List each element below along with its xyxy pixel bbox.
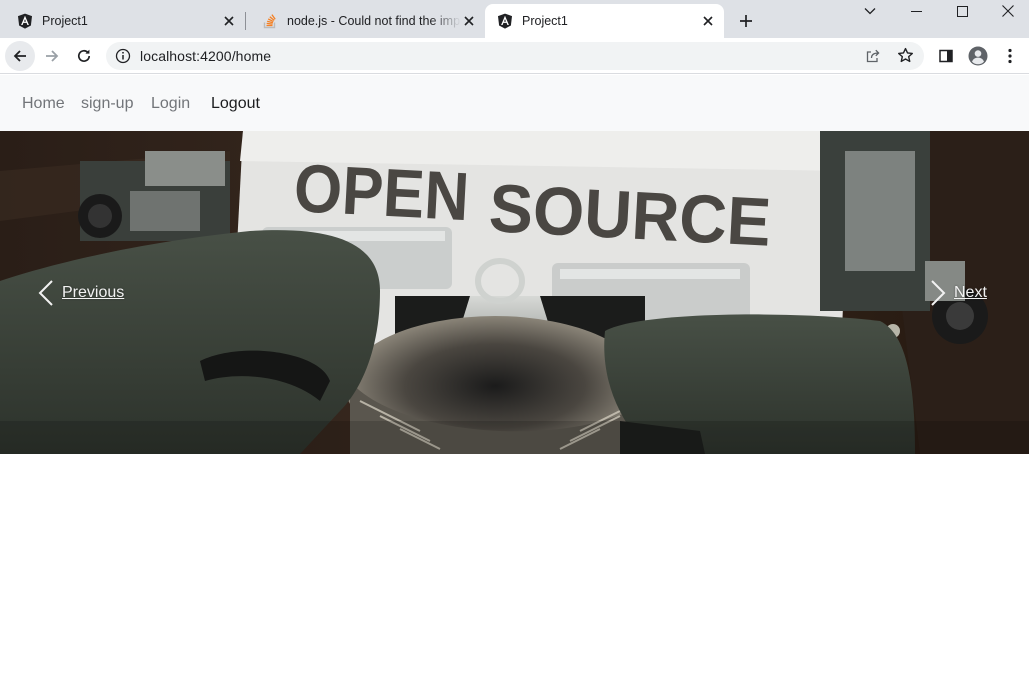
share-icon[interactable]	[865, 48, 881, 64]
tab-title: node.js - Could not find the implementat…	[287, 14, 461, 28]
info-icon[interactable]	[115, 48, 131, 64]
more-vertical-icon	[1008, 48, 1012, 64]
chevron-down-icon	[864, 8, 876, 15]
avatar-icon	[968, 46, 988, 66]
nav-link-login[interactable]: Login	[151, 75, 190, 132]
carousel-previous-button[interactable]: Previous	[38, 279, 124, 307]
plus-icon	[740, 15, 752, 27]
profile-button[interactable]	[963, 41, 993, 71]
minimize-icon	[910, 10, 922, 12]
side-panel-icon	[939, 49, 953, 63]
close-tab-icon[interactable]	[700, 13, 716, 29]
arrow-left-icon	[13, 50, 26, 62]
forward-button[interactable]	[37, 41, 67, 71]
reload-icon	[77, 49, 91, 62]
carousel-next-button[interactable]: Next	[930, 279, 987, 307]
close-icon	[1002, 5, 1014, 17]
hero-text-open: OPEN	[292, 150, 471, 235]
address-bar[interactable]: localhost:4200/home	[106, 42, 924, 70]
minimize-window-button[interactable]	[893, 0, 939, 22]
arrow-right-icon	[46, 50, 59, 62]
tab-title: Project1	[522, 14, 568, 28]
url-text[interactable]: localhost:4200/home	[140, 42, 271, 70]
stackoverflow-icon	[263, 14, 276, 29]
angular-icon	[498, 13, 512, 29]
browser-toolbar: localhost:4200/home	[0, 38, 1029, 74]
maximize-window-button[interactable]	[939, 0, 985, 22]
angular-icon	[18, 13, 32, 29]
hero-text-source: SOURCE	[487, 170, 773, 261]
chevron-right-icon	[931, 280, 946, 306]
tab-title: Project1	[42, 14, 88, 28]
nav-link-home[interactable]: Home	[22, 75, 65, 132]
new-tab-button[interactable]	[734, 9, 758, 33]
side-panel-button[interactable]	[931, 41, 961, 71]
chevron-left-icon	[38, 280, 53, 306]
browser-tab-project1[interactable]: Project1	[0, 4, 245, 38]
image-carousel: OPEN SOURCE Previous Next	[0, 131, 1029, 454]
close-tab-icon[interactable]	[461, 13, 477, 29]
nav-link-logout[interactable]: Logout	[211, 75, 260, 132]
browser-tab-stackoverflow[interactable]: node.js - Could not find the implementat…	[245, 4, 485, 38]
browser-tab-strip: Project1 node.js - Could not find the im…	[0, 0, 1029, 38]
close-window-button[interactable]	[985, 0, 1029, 22]
site-navbar: Home sign-up Login Logout	[0, 75, 1029, 131]
reload-button[interactable]	[69, 41, 99, 71]
close-tab-icon[interactable]	[221, 13, 237, 29]
back-button[interactable]	[5, 41, 35, 71]
nav-link-sign-up[interactable]: sign-up	[81, 75, 133, 132]
browser-tab-project1-active[interactable]: Project1	[485, 4, 724, 38]
typewriter-slide-image: OPEN SOURCE	[0, 131, 1029, 454]
maximize-icon	[956, 5, 968, 17]
carousel-previous-label[interactable]: Previous	[62, 284, 124, 302]
carousel-next-label[interactable]: Next	[954, 284, 987, 302]
tab-search-button[interactable]	[847, 0, 893, 22]
star-icon[interactable]	[897, 47, 914, 64]
browser-menu-button[interactable]	[995, 41, 1025, 71]
